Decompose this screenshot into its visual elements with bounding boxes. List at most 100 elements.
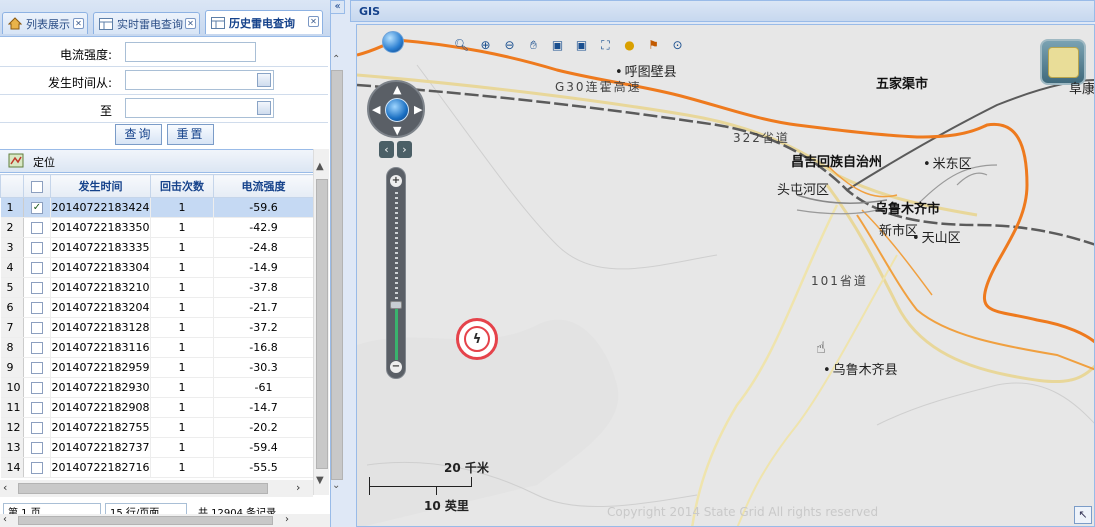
collapse-panel-button[interactable]: « [330,0,345,14]
row-checkbox[interactable] [23,297,51,318]
checkbox[interactable] [31,402,43,414]
locate-label[interactable]: 定位 [33,154,55,170]
scroll-right-icon[interactable]: › [296,481,300,494]
scroll-left-icon[interactable]: ‹ [3,514,7,525]
zoom-knob[interactable] [390,301,402,309]
row-checkbox[interactable]: ✓ [23,197,51,218]
pan-up-icon[interactable]: ▲ [393,83,401,96]
column-header-strikes[interactable]: 回击次数 [150,174,214,198]
table-row[interactable]: 9 20140722182959 1 -30.3 [0,357,313,378]
scroll-down-icon[interactable]: ⌄ [332,480,340,491]
table-row[interactable]: 2 20140722183350 1 -42.9 [0,217,313,238]
scroll-right-icon[interactable]: › [285,514,289,525]
table-row[interactable]: 5 20140722183210 1 -37.8 [0,277,313,298]
checkbox[interactable] [31,342,43,354]
current-input[interactable] [125,42,256,62]
reset-button[interactable]: 重置 [167,124,214,145]
table-row[interactable]: 11 20140722182908 1 -14.7 [0,397,313,418]
select-all-checkbox[interactable] [23,174,51,198]
column-header-time[interactable]: 发生时间 [50,174,151,198]
row-checkbox[interactable] [23,317,51,338]
calendar-icon[interactable] [257,101,271,115]
column-header-current[interactable]: 电流强度 [213,174,313,198]
next-view-icon[interactable]: ▣ [573,37,590,53]
row-checkbox[interactable] [23,377,51,398]
query-button[interactable]: 查询 [115,124,162,145]
next-extent-icon[interactable]: › [397,141,412,158]
tab-realtime-lightning[interactable]: 实时雷电查询 ✕ [93,12,200,34]
row-checkbox[interactable] [23,357,51,378]
table-row[interactable]: 12 20140722182755 1 -20.2 [0,417,313,438]
tab-history-lightning[interactable]: 历史雷电查询 ✕ [205,10,323,34]
table-row[interactable]: 6 20140722183204 1 -21.7 [0,297,313,318]
globe-home-button[interactable] [382,31,404,53]
scroll-thumb[interactable] [18,516,273,525]
measure-icon[interactable]: ⚑ [645,37,662,53]
checkbox[interactable] [31,282,43,294]
lightning-strike-marker[interactable]: ϟ [456,318,498,360]
row-checkbox[interactable] [23,237,51,258]
page-select[interactable]: 第 1 页 [3,503,101,514]
table-row[interactable]: 3 20140722183335 1 -24.8 [0,237,313,258]
table-row[interactable]: 4 20140722183304 1 -14.9 [0,257,313,278]
previous-extent-icon[interactable]: ‹ [379,141,394,158]
form-vertical-scrollbar[interactable]: ⌃ ⌄ [330,40,344,495]
zoom-out-icon[interactable]: ⊖ [501,37,518,53]
checkbox[interactable] [31,222,43,234]
map-canvas[interactable]: 🔍︎ ⊕ ⊖ ✋︎ ▣ ▣ ⛶ ● ⚑ ⊙ ▲ ▼ ◀ ▶ ‹ › + − • … [356,24,1095,527]
scroll-up-icon[interactable]: ▲ [316,161,324,172]
table-row[interactable]: 10 20140722182930 1 -61 [0,377,313,398]
row-checkbox[interactable] [23,337,51,358]
close-icon[interactable]: ✕ [308,16,319,27]
pan-down-icon[interactable]: ▼ [393,124,401,137]
pan-control[interactable]: ▲ ▼ ◀ ▶ [367,80,425,138]
checkbox[interactable] [31,462,43,474]
clear-icon[interactable]: ● [621,37,638,53]
checkbox[interactable] [31,242,43,254]
table-row[interactable]: 7 20140722183128 1 -37.2 [0,317,313,338]
checkbox[interactable] [31,442,43,454]
scroll-thumb[interactable] [316,179,328,469]
checkbox[interactable] [31,362,43,374]
row-checkbox[interactable] [23,277,51,298]
zoom-in-button[interactable]: + [390,175,402,187]
row-checkbox[interactable] [23,397,51,418]
scroll-thumb[interactable] [18,483,268,494]
resize-corner-icon[interactable]: ↖ [1074,506,1092,524]
pan-right-icon[interactable]: ▶ [414,103,422,116]
pan-left-icon[interactable]: ◀ [372,103,380,116]
full-extent-icon[interactable]: ⛶ [597,37,614,53]
checkbox[interactable] [31,322,43,334]
table-row[interactable]: 1 ✓ 20140722183424 1 -59.6 [0,197,313,218]
time-from-input[interactable] [125,70,274,90]
zoom-in-icon[interactable]: ⊕ [477,37,494,53]
zoom-out-button[interactable]: − [390,361,402,373]
previous-view-icon[interactable]: ▣ [549,37,566,53]
checkbox[interactable]: ✓ [31,202,43,214]
locate-point-icon[interactable]: ⊙ [669,37,686,53]
zoom-slider[interactable]: + − [386,167,406,379]
grid-vertical-scrollbar[interactable]: ▲ ▼ [313,149,329,495]
grid-horizontal-scrollbar[interactable]: ‹ › [0,480,313,497]
checkbox[interactable] [31,262,43,274]
per-page-select[interactable]: 15 行/页面 [105,503,187,514]
checkbox[interactable] [31,422,43,434]
checkbox[interactable] [31,302,43,314]
search-icon[interactable]: 🔍︎ [453,37,470,53]
tab-list-view[interactable]: 列表展示 ✕ [2,12,88,34]
row-checkbox[interactable] [23,217,51,238]
table-row[interactable]: 8 20140722183116 1 -16.8 [0,337,313,358]
row-checkbox[interactable] [23,457,51,478]
row-checkbox[interactable] [23,257,51,278]
panel-horizontal-scrollbar[interactable]: ‹ › [0,514,330,527]
table-row[interactable]: 13 20140722182737 1 -59.4 [0,437,313,458]
close-icon[interactable]: ✕ [73,18,84,29]
calendar-icon[interactable] [257,73,271,87]
scroll-thumb[interactable] [331,70,343,480]
scroll-down-icon[interactable]: ▼ [316,475,324,486]
scroll-left-icon[interactable]: ‹ [3,481,7,494]
pan-hand-icon[interactable]: ✋︎ [525,37,542,53]
row-checkbox[interactable] [23,417,51,438]
time-to-input[interactable] [125,98,274,118]
close-icon[interactable]: ✕ [185,18,196,29]
